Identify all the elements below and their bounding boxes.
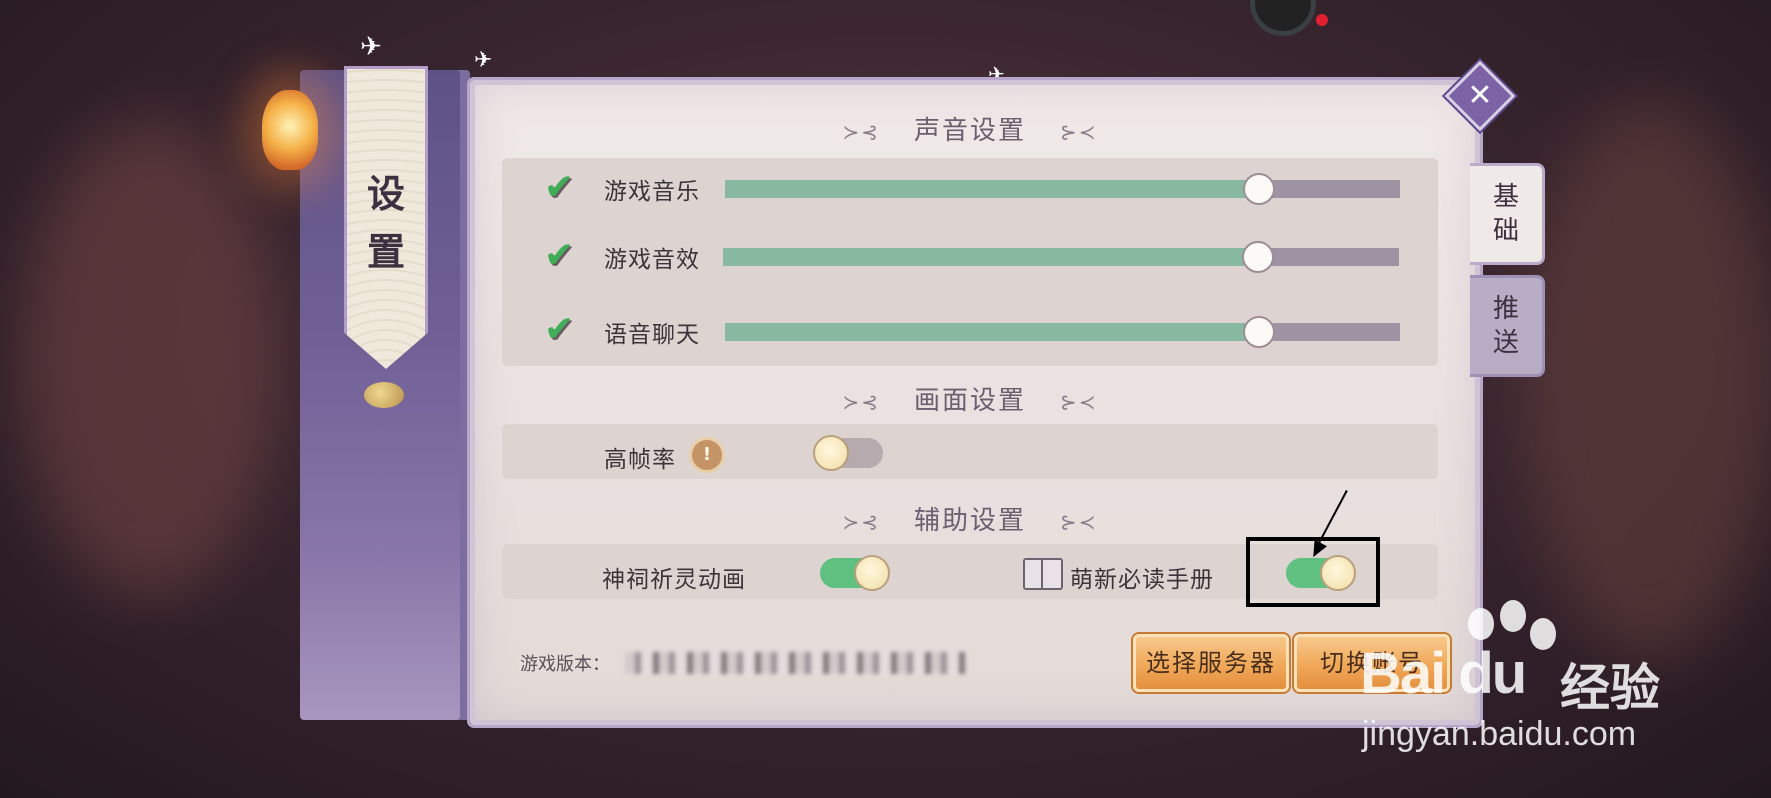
watermark-url: jingyan.baidu.com — [1362, 715, 1637, 753]
decor-left-icon: ≻⊰ — [842, 120, 880, 144]
section-title-sound: ≻⊰ 声音设置 ⊱≺ — [470, 110, 1470, 147]
checkmark-icon[interactable]: ✔ — [544, 236, 584, 276]
voice-chat-slider-knob[interactable] — [1243, 316, 1276, 348]
decor-right-icon: ⊱≺ — [1060, 510, 1098, 534]
shrine-anim-toggle[interactable] — [820, 555, 890, 591]
decor-left-icon: ≻⊰ — [842, 510, 880, 534]
book-icon — [1023, 558, 1063, 590]
sound-title-text: 声音设置 — [913, 116, 1026, 146]
watermark-paw-icon — [1468, 608, 1494, 640]
decor-right-icon: ⊱≺ — [1060, 390, 1098, 414]
decor-right-icon: ⊱≺ — [1060, 120, 1098, 144]
select-server-button[interactable]: 选择服务器 — [1133, 634, 1289, 692]
section-title-display: ≻⊰ 画面设置 ⊱≺ — [470, 380, 1470, 417]
version-value-redacted — [625, 652, 965, 674]
info-icon[interactable]: ! — [689, 437, 725, 473]
lantern-icon — [262, 90, 318, 170]
notification-dot — [1316, 14, 1328, 26]
high-fps-toggle[interactable] — [813, 435, 883, 471]
tab-basic-line1: 基 — [1492, 182, 1519, 212]
assist-title-text: 辅助设置 — [913, 506, 1026, 536]
voice-chat-slider-fill — [725, 323, 1259, 341]
voice-chat-label: 语音聊天 — [604, 322, 700, 348]
sfx-slider-fill — [723, 248, 1258, 266]
watermark-brand: Bai du — [1360, 641, 1527, 706]
watermark-cn: 经验 — [1560, 660, 1660, 716]
version-label: 游戏版本： — [520, 654, 610, 675]
top-gauge-icon — [1250, 0, 1316, 36]
settings-title-line2: 置 — [366, 229, 405, 274]
display-title-text: 画面设置 — [913, 386, 1026, 416]
bell-icon — [364, 382, 404, 408]
tab-basic[interactable]: 基 础 — [1470, 163, 1545, 265]
sfx-label: 游戏音效 — [604, 247, 700, 273]
sfx-slider[interactable] — [723, 241, 1399, 273]
tab-push-line2: 送 — [1492, 328, 1519, 358]
sfx-slider-knob[interactable] — [1242, 241, 1275, 273]
tab-push-line1: 推 — [1492, 294, 1519, 324]
checkmark-icon[interactable]: ✔ — [544, 310, 584, 350]
settings-title-line1: 设 — [366, 171, 405, 216]
watermark-paw-icon — [1500, 600, 1526, 632]
music-slider[interactable] — [725, 173, 1400, 205]
high-fps-label: 高帧率 — [604, 447, 676, 473]
decor-left-icon: ≻⊰ — [842, 390, 880, 414]
bird-icon: ✈ — [360, 32, 382, 62]
tab-basic-line2: 础 — [1492, 216, 1519, 246]
voice-chat-slider[interactable] — [725, 316, 1400, 348]
checkmark-icon[interactable]: ✔ — [544, 168, 584, 208]
music-label: 游戏音乐 — [604, 179, 700, 205]
settings-title: 设 置 — [344, 165, 428, 281]
music-slider-fill — [725, 180, 1259, 198]
newbie-manual-label: 萌新必读手册 — [1070, 567, 1214, 593]
toggle-knob — [813, 435, 849, 471]
background-glow-right — [1520, 100, 1771, 660]
watermark-paw-icon — [1530, 618, 1556, 650]
music-slider-knob[interactable] — [1243, 173, 1276, 205]
shrine-anim-label: 神祠祈灵动画 — [602, 567, 746, 593]
toggle-knob — [854, 555, 890, 591]
background-glow-left — [20, 120, 280, 600]
tab-push[interactable]: 推 送 — [1470, 275, 1545, 377]
bird-icon: ✈ — [474, 48, 493, 73]
section-title-assist: ≻⊰ 辅助设置 ⊱≺ — [470, 500, 1470, 537]
